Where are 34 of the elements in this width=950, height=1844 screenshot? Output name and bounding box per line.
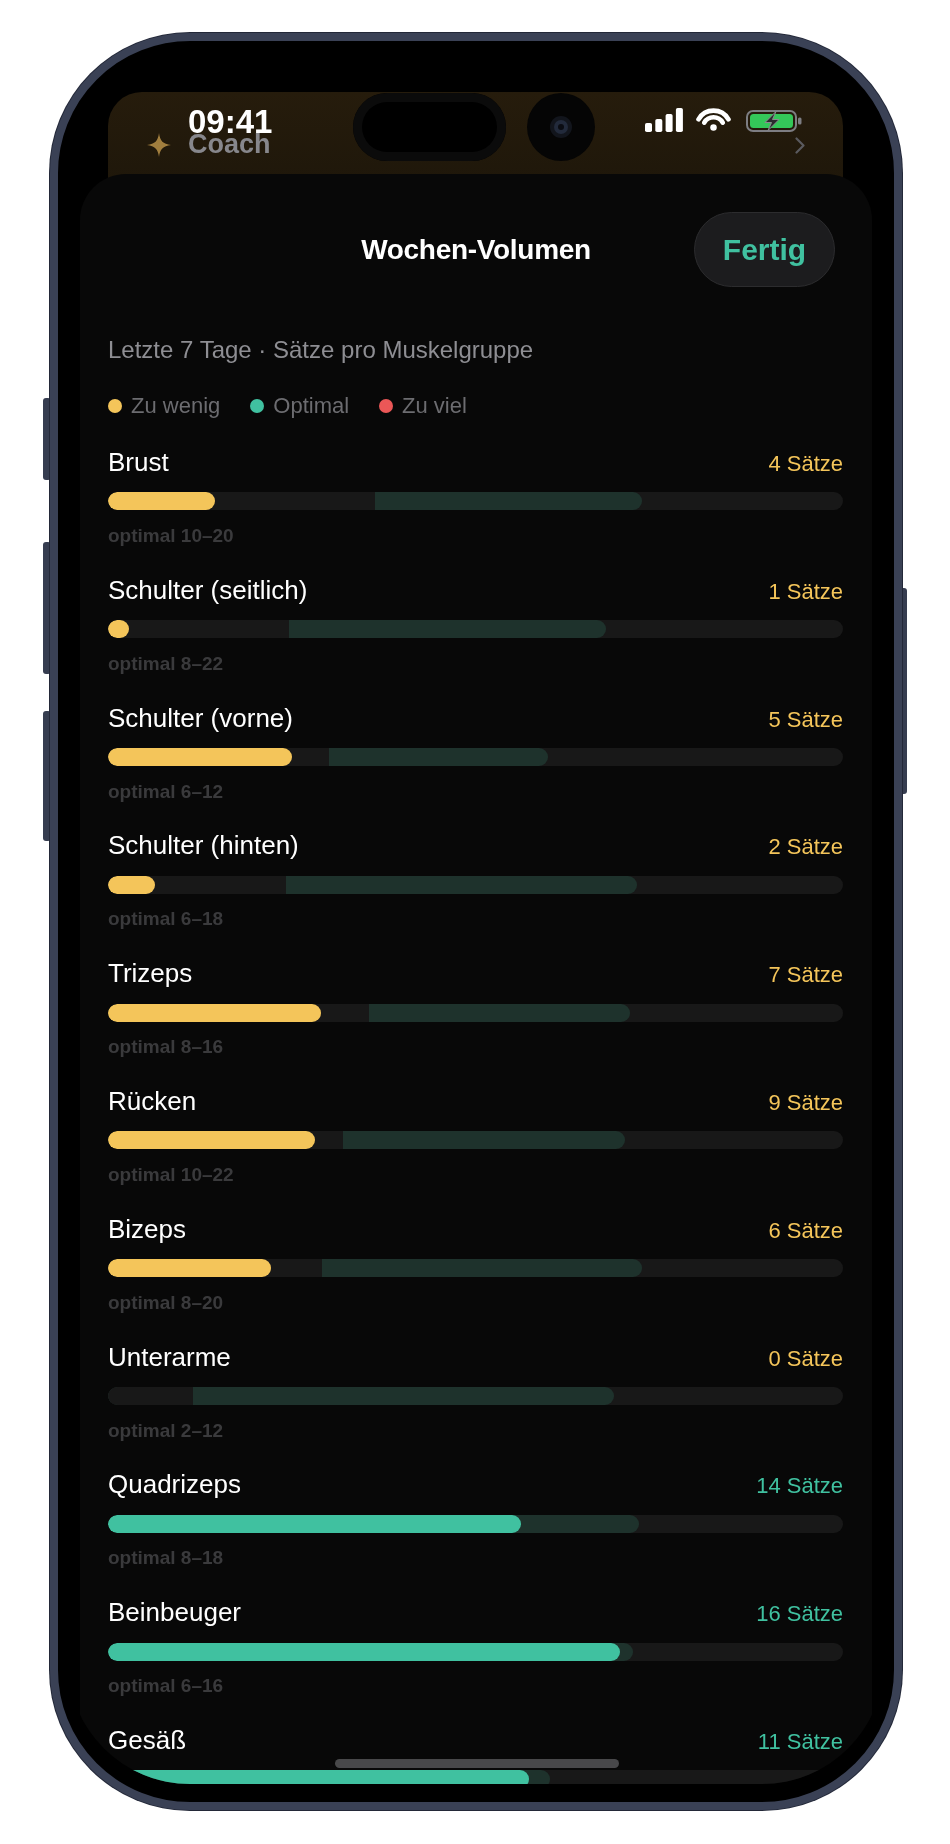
- battery-charging-icon: [746, 110, 802, 132]
- legend-label: Zu viel: [402, 391, 467, 420]
- done-button[interactable]: Fertig: [694, 212, 835, 287]
- muscle-name: Schulter (seitlich): [108, 573, 308, 606]
- wifi-icon: [696, 108, 731, 131]
- legend-label: Zu wenig: [131, 391, 221, 420]
- set-count: 0 Sätze: [768, 1344, 843, 1373]
- muscle-name: Beinbeuger: [108, 1596, 241, 1629]
- set-count: 2 Sätze: [768, 833, 843, 862]
- legend-label: Optimal: [273, 391, 350, 420]
- set-count: 6 Sätze: [768, 1216, 843, 1245]
- set-count: 1 Sätze: [768, 577, 843, 606]
- muscle-name: Brust: [108, 446, 169, 478]
- muscle-name: Trizeps: [108, 957, 193, 990]
- camera-lens-icon: [527, 93, 595, 161]
- sheet-subtitle: Letzte 7 Tage · Sätze pro Muskelgruppe: [108, 335, 534, 365]
- muscle-name: Bizeps: [108, 1212, 187, 1245]
- set-count: 16 Sätze: [756, 1600, 843, 1629]
- muscle-name: Gesäß: [108, 1723, 187, 1756]
- sheet-title: Wochen-Volumen: [361, 233, 591, 266]
- chevron-right-icon: [795, 137, 805, 154]
- sparkle-icon: [147, 133, 171, 157]
- set-count: 4 Sätze: [768, 450, 843, 478]
- muscle-name: Schulter (vorne): [108, 701, 293, 734]
- muscle-name: Schulter (hinten): [108, 829, 299, 862]
- signal-icon: [645, 108, 683, 132]
- set-count: 7 Sätze: [768, 961, 843, 990]
- set-count: 11 Sätze: [757, 1727, 843, 1756]
- muscle-name: Unterarme: [108, 1340, 231, 1373]
- muscle-name: Rücken: [108, 1084, 197, 1117]
- muscle-name: Quadrizeps: [108, 1468, 241, 1501]
- set-count: 14 Sätze: [756, 1472, 843, 1501]
- set-count: 9 Sätze: [768, 1088, 843, 1117]
- set-count: 5 Sätze: [768, 705, 843, 734]
